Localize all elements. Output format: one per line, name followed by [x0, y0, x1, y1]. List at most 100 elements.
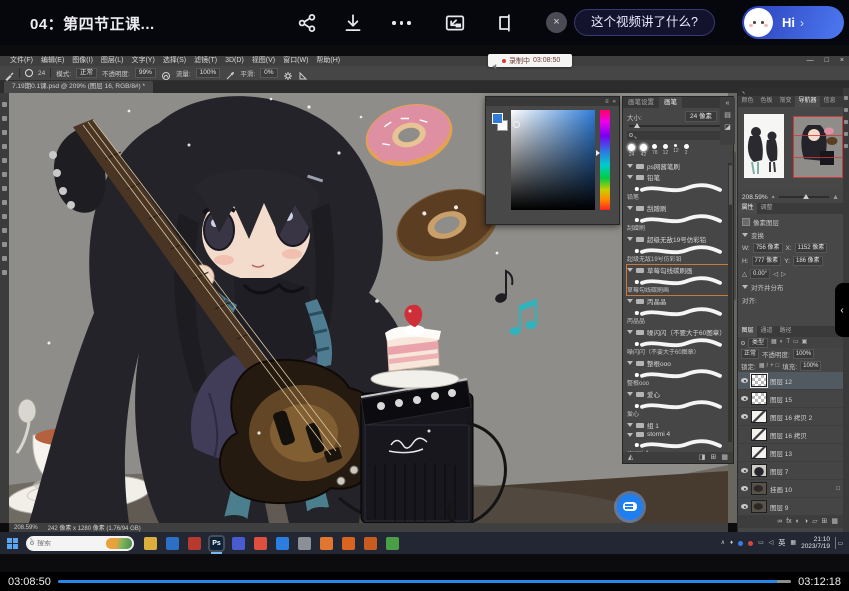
brush-item[interactable]: stormi 4 stormi 4 — [627, 431, 729, 452]
brush-folder-row[interactable]: 整根ooo — [627, 358, 729, 368]
w-value[interactable]: 756 像素 — [753, 243, 783, 253]
brush-list-scrollbar[interactable] — [728, 163, 732, 442]
panel-icon[interactable]: ▱ — [812, 517, 817, 527]
taskbar-app[interactable] — [232, 537, 245, 550]
h-value[interactable]: 777 像素 — [752, 256, 782, 266]
visibility-toggle[interactable] — [741, 414, 748, 419]
dock-tab[interactable]: 信息 — [820, 96, 839, 107]
smoothing-select[interactable]: 0% — [260, 68, 277, 78]
search-input[interactable] — [37, 540, 97, 547]
progress-bar[interactable] — [58, 580, 791, 583]
layer-row[interactable]: 图层 15 □ — [738, 390, 843, 408]
layer-row[interactable]: 图层 12 □ — [738, 372, 843, 390]
ask-video-pill[interactable]: 这个视频讲了什么? — [574, 9, 715, 36]
chevron-down-icon[interactable] — [627, 206, 633, 210]
menu-item[interactable]: 文件(F) — [6, 56, 37, 66]
document-tab[interactable]: 7.19期0.1课.psd @ 209% (图层 16, RGB/8#) * — [4, 81, 153, 93]
chevron-down-icon[interactable] — [627, 299, 633, 303]
menu-item[interactable]: 文字(Y) — [127, 56, 158, 66]
navigator-proxy-view[interactable] — [793, 116, 843, 178]
brush-item[interactable]: 草莓勾线碳刷画 草莓勾线碳刷画 — [627, 265, 729, 295]
brushes-tab[interactable]: 画笔设置 — [623, 97, 659, 108]
layer-row[interactable]: 图层 13 □ — [738, 444, 843, 462]
tray-app-icon[interactable] — [738, 541, 743, 546]
dock-icon[interactable]: « — [726, 100, 730, 108]
floating-chat-button[interactable] — [617, 494, 643, 520]
brush-item[interactable]: 丙晶晶 丙晶晶 — [627, 296, 729, 326]
menu-item[interactable]: 视图(V) — [248, 56, 279, 66]
properties-tab[interactable]: 属性 — [738, 203, 757, 214]
chevron-down-icon[interactable] — [742, 285, 748, 289]
layer-thumbnail[interactable] — [751, 500, 767, 513]
layer-row[interactable]: 图层 7 □ — [738, 462, 843, 480]
zoom-in-icon[interactable]: ▲ — [832, 194, 839, 201]
visibility-toggle[interactable] — [741, 486, 748, 491]
layer-thumbnail[interactable] — [751, 374, 767, 387]
filter-type-select[interactable]: 类型 — [748, 338, 768, 348]
layer-thumbnail[interactable] — [751, 392, 767, 405]
status-zoom[interactable]: 208.59% — [14, 525, 38, 531]
panel-icon[interactable]: fx — [786, 517, 791, 527]
flip-horizontal-icon[interactable]: ◁ — [773, 270, 778, 278]
side-drawer-handle[interactable]: ‹ — [835, 283, 849, 337]
mic-icon[interactable]: ♦ — [730, 539, 733, 547]
more-button[interactable] — [392, 21, 411, 25]
share-button[interactable] — [296, 12, 318, 34]
panel-icon[interactable]: ◨ — [699, 453, 706, 463]
dock-tab[interactable]: 导航器 — [795, 96, 820, 107]
brush-preset[interactable]: 12 — [663, 144, 669, 156]
layer-row[interactable]: 图层 16 拷贝 □ — [738, 426, 843, 444]
chevron-down-icon[interactable] — [627, 392, 633, 396]
dock-icon[interactable]: ◪ — [724, 124, 731, 132]
brush-folder-row[interactable]: 铅笔 — [627, 172, 729, 182]
brush-item[interactable]: 组 1 组 1 — [627, 420, 729, 430]
dock-tab[interactable]: 渐变 — [776, 96, 795, 107]
layers-tab[interactable]: 路径 — [776, 326, 795, 337]
notification-center-button[interactable]: ▭ — [835, 537, 845, 549]
filter-icon[interactable]: ▦ — [771, 338, 777, 347]
visibility-toggle[interactable] — [741, 504, 748, 509]
y-value[interactable]: 186 像素 — [793, 256, 823, 266]
brush-folder-row[interactable]: 超级无敌19号仿彩铅 — [627, 234, 729, 244]
brush-preset[interactable]: 42 — [640, 144, 647, 158]
visibility-toggle[interactable] — [741, 396, 748, 401]
taskbar-app[interactable] — [320, 537, 333, 550]
ps-canvas[interactable] — [9, 93, 728, 523]
dock-icon[interactable]: ▤ — [724, 112, 731, 120]
menu-item[interactable]: 3D(D) — [221, 56, 248, 66]
gear-icon[interactable] — [283, 68, 293, 78]
taskbar-app[interactable]: Ps — [210, 537, 223, 550]
menu-item[interactable]: 帮助(H) — [312, 56, 344, 66]
picture-in-picture-button[interactable] — [444, 12, 466, 34]
layer-thumbnail[interactable] — [751, 428, 767, 441]
brush-folder-row[interactable]: 草莓勾线碳刷画 — [627, 265, 729, 275]
mini-window-button[interactable] — [494, 12, 516, 34]
brush-item[interactable]: 爱心 爱心 — [627, 389, 729, 419]
layer-thumbnail[interactable] — [751, 410, 767, 423]
tray-app-icon[interactable] — [748, 541, 753, 546]
menu-item[interactable]: 编辑(E) — [37, 56, 68, 66]
layer-row[interactable]: 图层 16 拷贝 2 □ — [738, 408, 843, 426]
taskbar-app[interactable] — [144, 537, 157, 550]
taskbar-app[interactable] — [276, 537, 289, 550]
display-icon[interactable]: ▭ — [758, 539, 764, 547]
brush-item[interactable]: 整根ooo 整根ooo — [627, 358, 729, 388]
chevron-down-icon[interactable] — [627, 433, 633, 437]
dock-tab[interactable]: 颜色 — [738, 96, 757, 107]
close-assistant-button[interactable]: × — [546, 12, 567, 33]
layer-thumbnail[interactable] — [751, 446, 767, 459]
collapse-icon[interactable]: « — [613, 98, 616, 106]
taskbar-search[interactable] — [26, 536, 134, 551]
brush-preview-icon[interactable] — [25, 69, 33, 77]
chevron-down-icon[interactable] — [627, 175, 633, 179]
panel-icon[interactable]: ⊞ — [822, 517, 828, 527]
brush-size-slider[interactable] — [629, 125, 727, 127]
progress-handle[interactable] — [777, 580, 791, 583]
saturation-brightness-field[interactable] — [511, 110, 595, 210]
color-picker-header[interactable]: ≡ « — [486, 97, 619, 106]
panel-icon[interactable]: ◑ — [804, 517, 808, 527]
brushes-tab[interactable]: 画笔 — [659, 97, 682, 108]
brush-tool-icon[interactable] — [4, 68, 14, 78]
chevron-down-icon[interactable] — [627, 268, 633, 272]
visibility-toggle[interactable] — [741, 468, 748, 473]
